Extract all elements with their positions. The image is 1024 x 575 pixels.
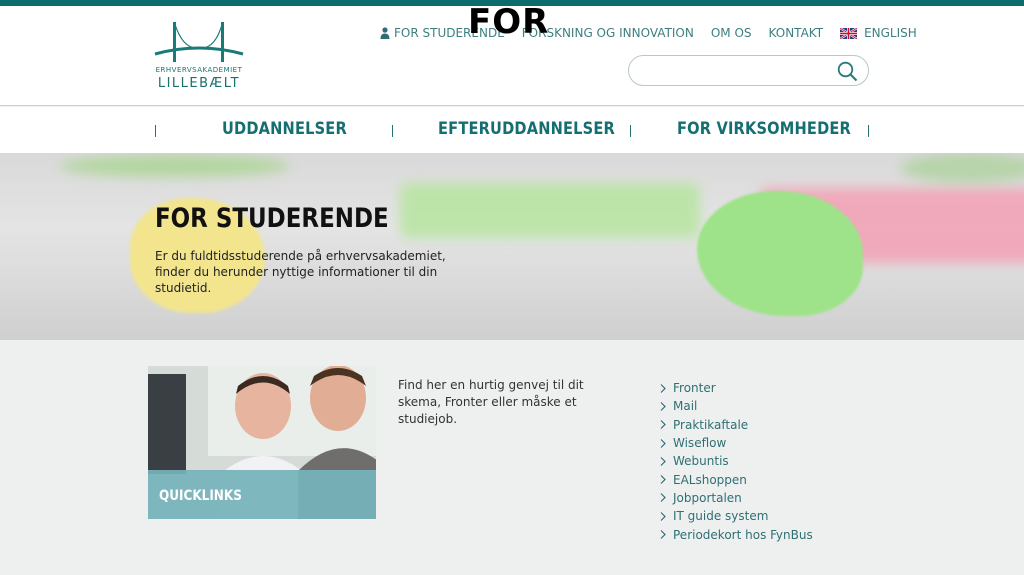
chevron-right-icon [660,511,666,521]
quicklink-label: IT guide system [673,509,769,524]
quicklink-label: Webuntis [673,454,729,469]
nav-separator [868,125,869,137]
chevron-right-icon [660,402,666,411]
quicklinks-list: Fronter Mail Praktikaftale Wiseflow Webu… [660,379,813,544]
quicklink-jobportalen[interactable]: Jobportalen [660,489,813,507]
quicklink-label: EALshoppen [673,472,747,487]
hero-banner: FOR STUDERENDE Er du fuldtidsstuderende … [0,153,1024,340]
search-icon[interactable] [837,61,858,82]
quicklink-label: Periodekort hos FynBus [673,527,813,542]
quicklink-praktikaftale[interactable]: Praktikaftale [660,416,813,434]
quicklinks-intro: Find her en hurtig genvej til dit skema,… [398,378,584,426]
site-logo[interactable]: ERHVERVSAKADEMIET LILLEBÆLT [153,20,245,91]
quicklinks-card[interactable]: QUICKLINKS [148,366,376,519]
quicklink-fronter[interactable]: Fronter [660,379,813,397]
nav-separator [392,125,393,137]
bg-green-note [60,155,290,177]
quicklink-label: Wiseflow [673,436,727,451]
main-navigation: UDDANNELSER EFTERUDDANNELSER FOR VIRKSOM… [0,107,1024,153]
chevron-right-icon [660,475,666,485]
user-icon [380,27,390,39]
uk-flag-icon [840,27,858,39]
quicklink-periodekort[interactable]: Periodekort hos FynBus [660,525,813,543]
mainnav-uddannelser[interactable]: UDDANNELSER [222,119,347,139]
bridge-logo-icon [154,22,244,62]
topnav-item-english[interactable]: ENGLISH [840,26,917,40]
quicklinks-label-bar: QUICKLINKS [148,470,376,519]
search-input[interactable] [641,62,831,80]
topnav-label: ENGLISH [864,26,917,40]
quicklink-label: Jobportalen [673,490,742,505]
quicklink-it-guide[interactable]: IT guide system [660,507,813,525]
chevron-right-icon [660,420,666,430]
quicklink-mail[interactable]: Mail [660,397,813,415]
nav-separator [630,125,631,137]
nav-separator [155,125,156,137]
mainnav-for-virksomheder[interactable]: FOR VIRKSOMHEDER [677,119,851,139]
search-box [628,55,869,86]
topnav-label: OM OS [710,26,752,40]
mainnav-efteruddannelser[interactable]: EFTERUDDANNELSER [438,119,615,139]
quicklink-webuntis[interactable]: Webuntis [660,452,813,470]
quicklink-label: Mail [673,399,698,414]
bg-green-note [900,153,1024,183]
topnav-label: KONTAKT [768,26,824,40]
chevron-right-icon [660,493,666,503]
hero-description: Er du fuldtidsstuderende på erhvervsakad… [155,249,446,295]
overlay-text: FOR [468,2,550,42]
bg-green-note [400,183,700,238]
chevron-right-icon [660,383,666,393]
chevron-right-icon [660,438,666,448]
green-paper-ball [697,191,863,316]
chevron-right-icon [660,456,666,466]
top-navigation: FOR STUDERENDE FORSKNING OG INNOVATION O… [380,26,917,40]
quicklink-wiseflow[interactable]: Wiseflow [660,434,813,452]
page-title: FOR STUDERENDE [155,203,389,234]
topnav-item-kontakt[interactable]: KONTAKT [769,26,824,40]
topnav-item-om-os[interactable]: OM OS [711,26,752,40]
quicklink-label: Praktikaftale [673,417,749,432]
site-header: ERHVERVSAKADEMIET LILLEBÆLT FOR STUDEREN… [0,2,1024,106]
logo-title: LILLEBÆLT [157,76,241,91]
quicklinks-label: QUICKLINKS [159,488,242,504]
quicklink-label: Fronter [673,381,716,396]
quicklink-ealshoppen[interactable]: EALshoppen [660,470,813,488]
logo-subtitle: ERHVERVSAKADEMIET [155,66,243,74]
chevron-right-icon [660,530,666,539]
